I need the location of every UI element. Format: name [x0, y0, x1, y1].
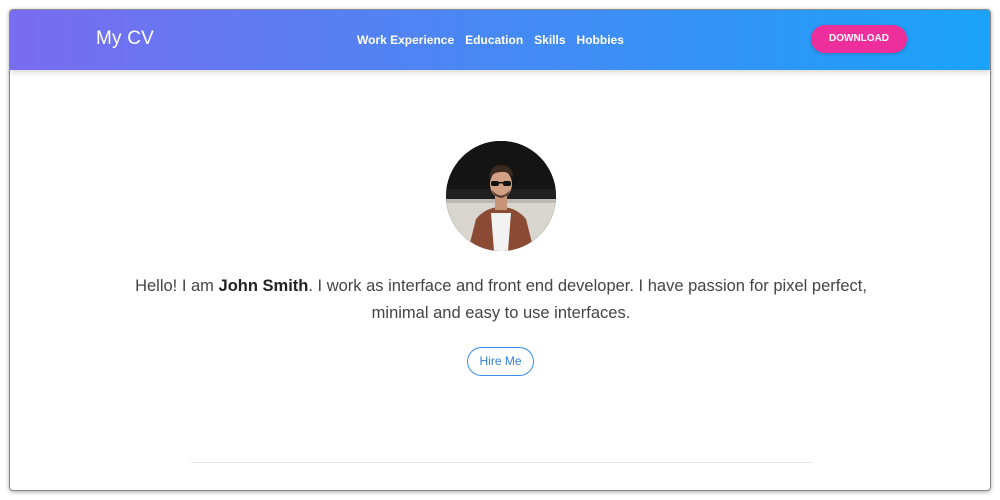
navbar: My CV Work Experience Education Skills H…	[10, 10, 990, 70]
hire-me-button[interactable]: Hire Me	[467, 347, 534, 376]
person-name: John Smith	[218, 277, 309, 295]
intro-text: Hello! I am John Smith. I work as interf…	[130, 273, 872, 327]
avatar	[446, 141, 556, 251]
intro-after: . I work as interface and front end deve…	[308, 277, 867, 322]
nav-hobbies[interactable]: Hobbies	[577, 33, 624, 47]
download-button[interactable]: DOWNLOAD	[811, 25, 907, 53]
main-nav: Work Experience Education Skills Hobbies	[357, 33, 624, 47]
nav-skills[interactable]: Skills	[534, 33, 565, 47]
intro-before: Hello! I am	[135, 277, 219, 295]
nav-work-experience[interactable]: Work Experience	[357, 33, 454, 47]
browser-frame: My CV Work Experience Education Skills H…	[9, 9, 991, 491]
section-divider	[191, 462, 811, 463]
profile-photo-icon	[446, 141, 556, 251]
brand-logo[interactable]: My CV	[96, 28, 154, 50]
nav-education[interactable]: Education	[465, 33, 523, 47]
